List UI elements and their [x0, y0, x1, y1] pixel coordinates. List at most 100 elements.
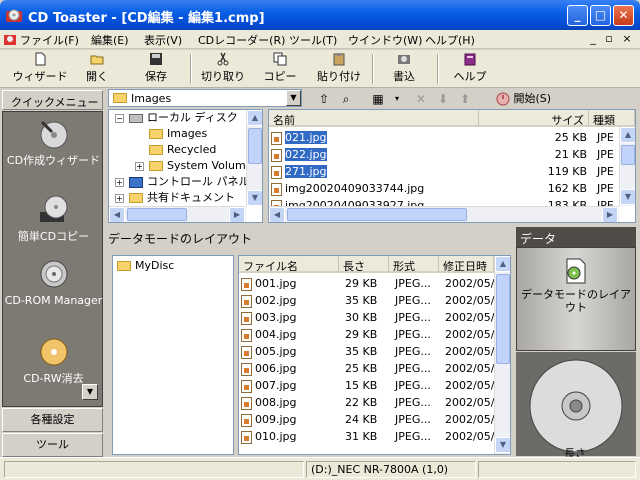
- write-button[interactable]: 書込: [387, 51, 421, 87]
- tree-vscrollbar[interactable]: ▲ ▼: [246, 110, 262, 206]
- scroll-thumb[interactable]: [496, 274, 510, 364]
- layout-file-row[interactable]: 010.jpg 31 KB JPEG... 2002/05/: [241, 428, 494, 445]
- column-header-length[interactable]: 長さ: [339, 256, 389, 273]
- collapse-icon[interactable]: −: [115, 114, 124, 123]
- tree-item-local-disk[interactable]: ローカル ディスク: [129, 110, 238, 126]
- data-mode-panel[interactable]: データモードのレイアウト: [516, 247, 636, 351]
- delete-icon[interactable]: ✕: [412, 90, 430, 108]
- layout-file-row[interactable]: 004.jpg 29 KB JPEG... 2002/05/: [241, 326, 494, 343]
- tree-item-system-volume[interactable]: System Volum: [149, 158, 246, 174]
- scroll-thumb[interactable]: [127, 208, 187, 221]
- file-row[interactable]: img20020409033744.jpg 162 KB JPE: [271, 180, 617, 197]
- expand-icon[interactable]: +: [115, 194, 124, 203]
- view-mode-icon[interactable]: ▦: [369, 90, 387, 108]
- quick-menu-scroll-down[interactable]: ▼: [82, 384, 98, 400]
- menu-edit[interactable]: 編集(E): [91, 32, 129, 48]
- close-button[interactable]: ✕: [613, 5, 634, 26]
- layout-file-row[interactable]: 008.jpg 22 KB JPEG... 2002/05/: [241, 394, 494, 411]
- file-name: 003.jpg: [255, 311, 297, 324]
- search-folder-icon[interactable]: ⌕: [337, 90, 355, 108]
- scroll-thumb[interactable]: [287, 208, 467, 221]
- layout-file-row[interactable]: 006.jpg 25 KB JPEG... 2002/05/: [241, 360, 494, 377]
- scroll-left-arrow[interactable]: ◀: [269, 207, 285, 222]
- column-header-modified[interactable]: 修正日時: [439, 256, 494, 273]
- quick-item-cd-wizard[interactable]: CD作成ウィザード: [3, 118, 104, 167]
- scroll-left-arrow[interactable]: ◀: [109, 207, 125, 222]
- save-button[interactable]: 保存: [140, 51, 172, 87]
- tree-item-control-panel[interactable]: コントロール パネル: [129, 174, 250, 190]
- view-dropdown-icon[interactable]: ▾: [388, 90, 406, 108]
- menu-view[interactable]: 表示(V): [144, 32, 182, 48]
- file-name: img20020409033744.jpg: [285, 182, 425, 195]
- menu-cd-recorder[interactable]: CDレコーダー(R): [198, 32, 285, 48]
- column-header-name[interactable]: 名前: [269, 110, 479, 127]
- scroll-down-arrow[interactable]: ▼: [495, 437, 510, 453]
- open-button[interactable]: 開く: [82, 51, 112, 87]
- move-down-icon[interactable]: ⬇: [434, 90, 452, 108]
- menu-file[interactable]: ファイル(F): [20, 32, 79, 48]
- path-dropdown-arrow[interactable]: ▼: [286, 90, 301, 106]
- quick-item-easy-copy[interactable]: 簡単CDコピー: [3, 194, 104, 243]
- layout-file-row[interactable]: 009.jpg 24 KB JPEG... 2002/05/: [241, 411, 494, 428]
- copy-button[interactable]: コピー: [261, 51, 299, 87]
- wizard-button[interactable]: ウィザード: [12, 51, 68, 87]
- scroll-up-arrow[interactable]: ▲: [620, 127, 635, 143]
- list-vscrollbar[interactable]: ▲ ▼: [619, 127, 635, 206]
- settings-button[interactable]: 各種設定: [2, 408, 103, 432]
- tree-item-shared-docs[interactable]: 共有ドキュメント: [129, 190, 235, 206]
- file-format: JPEG...: [395, 379, 431, 392]
- layout-file-row[interactable]: 002.jpg 35 KB JPEG... 2002/05/: [241, 292, 494, 309]
- column-header-type[interactable]: 種類: [589, 110, 635, 127]
- jpeg-file-icon: [241, 396, 252, 410]
- mdi-close-button[interactable]: ×: [619, 32, 635, 46]
- menu-bar: ファイル(F) 編集(E) 表示(V) CDレコーダー(R) ツール(T) ウイ…: [0, 30, 640, 49]
- help-button[interactable]: ヘルプ: [450, 51, 490, 87]
- scroll-down-arrow[interactable]: ▼: [247, 190, 262, 206]
- path-combo[interactable]: Images: [108, 89, 302, 107]
- scroll-thumb[interactable]: [621, 145, 635, 165]
- maximize-button[interactable]: □: [590, 5, 611, 26]
- minimize-button[interactable]: _: [567, 5, 588, 26]
- quick-menu-header[interactable]: クイックメニュー: [2, 90, 103, 110]
- tools-button[interactable]: ツール: [2, 433, 103, 457]
- expand-icon[interactable]: +: [135, 162, 144, 171]
- tree-item-recycled[interactable]: Recycled: [149, 142, 216, 158]
- list-hscrollbar[interactable]: ◀ ▶: [269, 206, 619, 222]
- file-row[interactable]: 271.jpg 119 KB JPE: [271, 163, 617, 180]
- data-tab[interactable]: データ: [516, 227, 636, 247]
- column-header-format[interactable]: 形式: [389, 256, 439, 273]
- layout-file-row[interactable]: 003.jpg 30 KB JPEG... 2002/05/: [241, 309, 494, 326]
- menu-tools[interactable]: ツール(T): [289, 32, 337, 48]
- quick-item-cdrom-manager[interactable]: CD-ROM Manager: [3, 258, 104, 307]
- cut-button[interactable]: 切り取り: [199, 51, 247, 87]
- scroll-up-arrow[interactable]: ▲: [495, 256, 510, 272]
- column-header-filename[interactable]: ファイル名: [239, 256, 339, 273]
- quick-item-cdrw-erase[interactable]: CD-RW消去: [3, 336, 104, 385]
- tree-item-label: コントロール パネル: [147, 175, 250, 188]
- scroll-right-arrow[interactable]: ▶: [602, 207, 618, 222]
- tree-item-images[interactable]: Images: [149, 126, 207, 142]
- layout-file-row[interactable]: 005.jpg 35 KB JPEG... 2002/05/: [241, 343, 494, 360]
- layout-vscrollbar[interactable]: ▲ ▼: [494, 256, 510, 454]
- layout-file-row[interactable]: 007.jpg 15 KB JPEG... 2002/05/: [241, 377, 494, 394]
- file-row[interactable]: 022.jpg 21 KB JPE: [271, 146, 617, 163]
- scroll-right-arrow[interactable]: ▶: [229, 207, 245, 222]
- move-up-icon[interactable]: ⬆: [456, 90, 474, 108]
- scroll-down-arrow[interactable]: ▼: [620, 189, 635, 205]
- menu-help[interactable]: ヘルプ(H): [425, 32, 475, 48]
- scroll-up-arrow[interactable]: ▲: [247, 110, 262, 126]
- column-header-size[interactable]: サイズ: [479, 110, 589, 127]
- paste-button[interactable]: 貼り付け: [313, 51, 365, 87]
- menu-window[interactable]: ウインドウ(W): [348, 32, 422, 48]
- disc-root-item[interactable]: MyDisc: [117, 259, 174, 272]
- layout-file-row[interactable]: 001.jpg 29 KB JPEG... 2002/05/: [241, 275, 494, 292]
- mdi-minimize-button[interactable]: _: [585, 32, 601, 46]
- file-row[interactable]: 021.jpg 25 KB JPE: [271, 129, 617, 146]
- tree-hscrollbar[interactable]: ◀ ▶: [109, 206, 246, 222]
- scroll-thumb[interactable]: [248, 128, 262, 164]
- document-icon: [4, 35, 16, 45]
- expand-icon[interactable]: +: [115, 178, 124, 187]
- up-folder-icon[interactable]: ⇧: [315, 90, 333, 108]
- start-button[interactable]: 開始(S): [496, 90, 551, 106]
- mdi-restore-button[interactable]: ▫: [601, 32, 617, 46]
